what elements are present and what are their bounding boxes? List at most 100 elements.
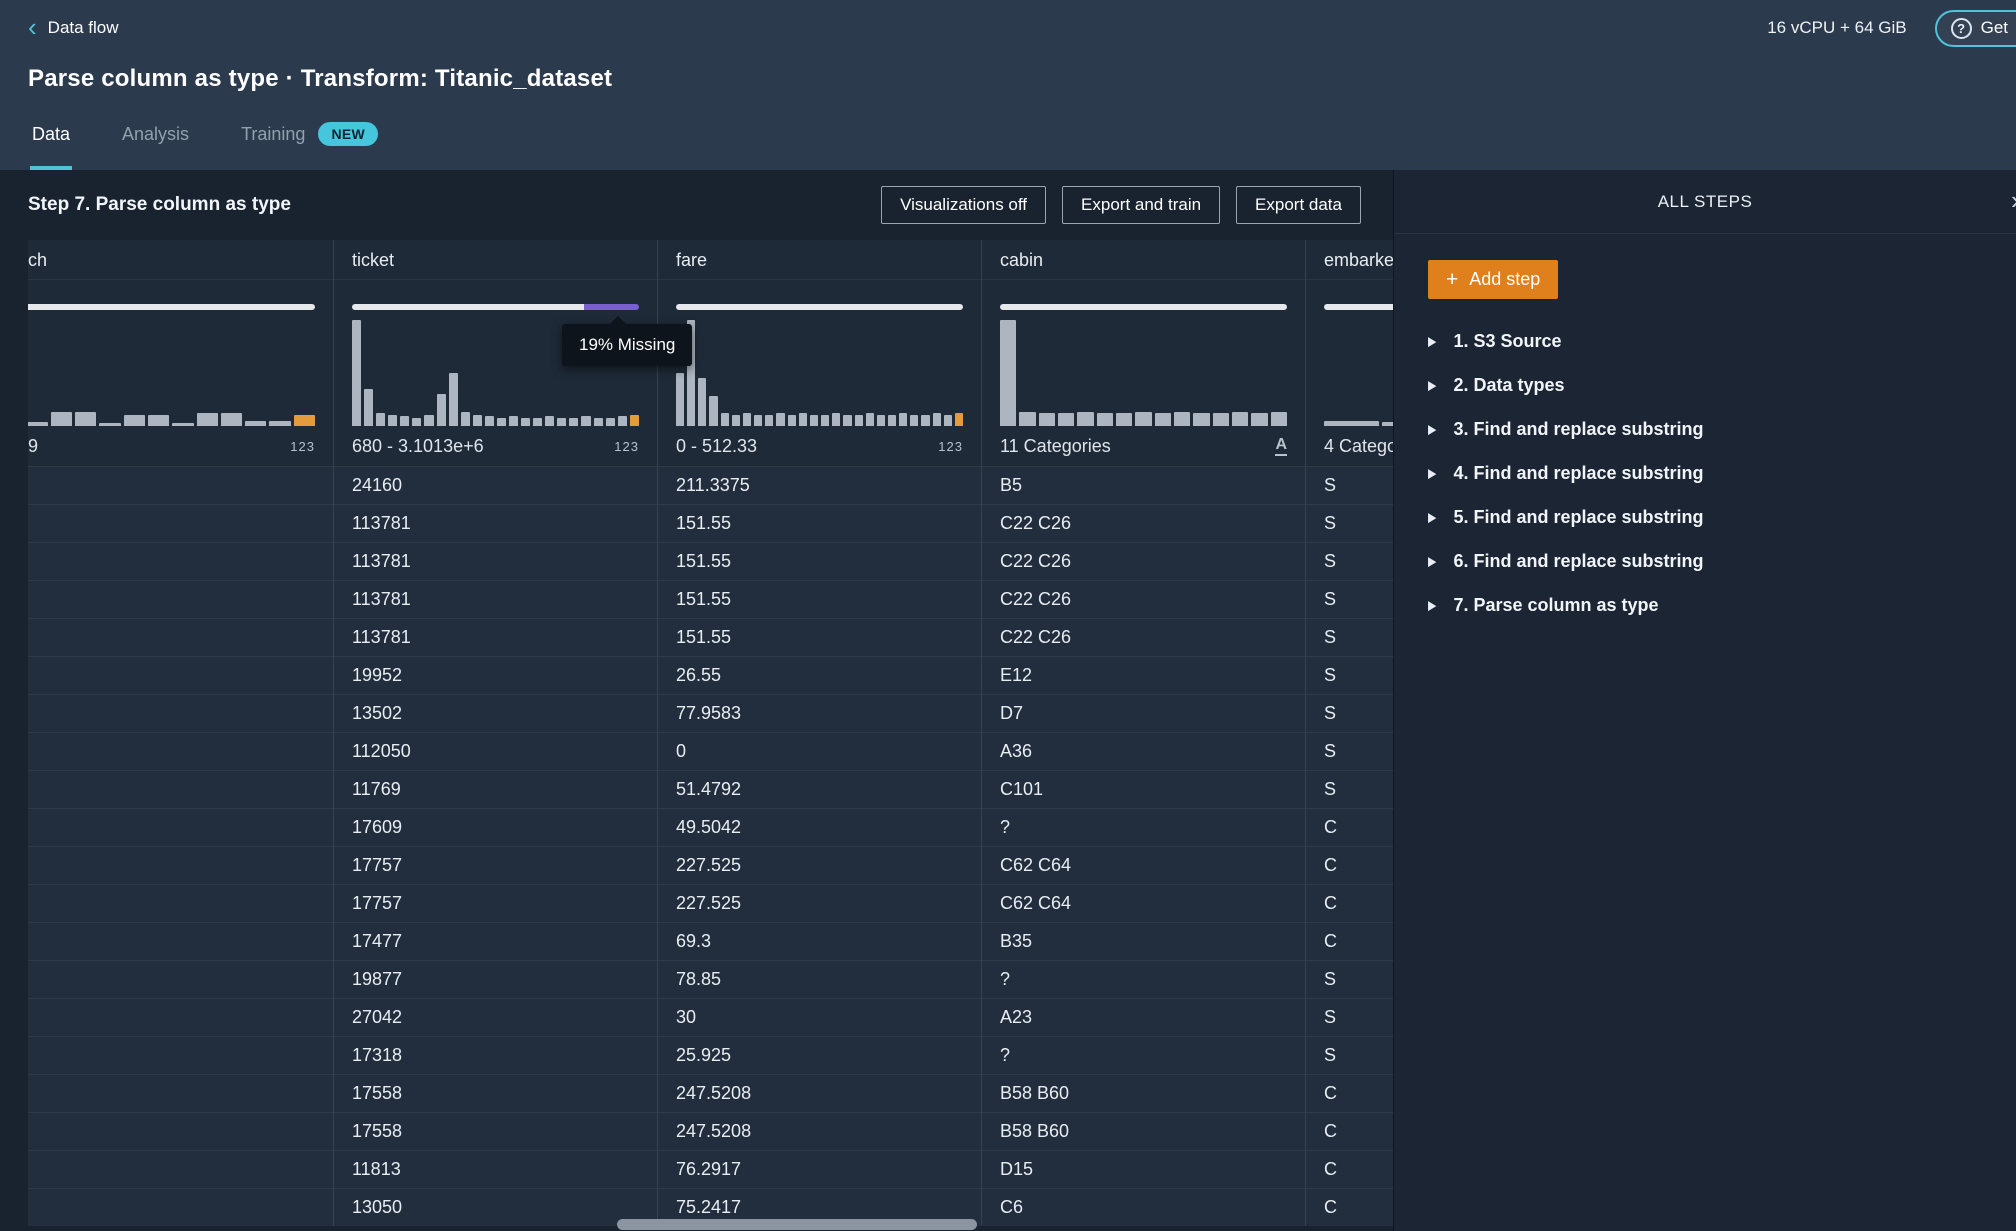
table-cell[interactable]: C62 C64 xyxy=(982,846,1305,884)
visualizations-off-button[interactable]: Visualizations off xyxy=(881,186,1046,224)
column-histogram-embarked[interactable]: 4 CategoriesA xyxy=(1306,280,1393,466)
step-item-4[interactable]: ▶4. Find and replace substring xyxy=(1428,451,2016,495)
table-cell[interactable]: 151.55 xyxy=(658,504,981,542)
table-cell[interactable]: S xyxy=(1306,618,1393,656)
table-cell[interactable]: 151.55 xyxy=(658,542,981,580)
column-header-cabin[interactable]: cabin xyxy=(982,240,1305,280)
table-cell[interactable]: 1 xyxy=(28,1074,333,1112)
table-cell[interactable]: C xyxy=(1306,884,1393,922)
table-cell[interactable]: 11769 xyxy=(334,770,657,808)
table-cell[interactable]: C101 xyxy=(982,770,1305,808)
table-cell[interactable]: 2 xyxy=(28,504,333,542)
step-item-7[interactable]: ▶7. Parse column as type xyxy=(1428,583,2016,627)
table-cell[interactable]: 17558 xyxy=(334,1074,657,1112)
table-cell[interactable]: ? xyxy=(982,1036,1305,1074)
table-cell[interactable]: S xyxy=(1306,694,1393,732)
table-cell[interactable]: A23 xyxy=(982,998,1305,1036)
table-cell[interactable]: 0 xyxy=(28,694,333,732)
table-cell[interactable]: 17477 xyxy=(334,922,657,960)
table-cell[interactable]: B5 xyxy=(982,466,1305,504)
table-cell[interactable]: 113781 xyxy=(334,618,657,656)
table-cell[interactable]: B58 B60 xyxy=(982,1074,1305,1112)
table-cell[interactable]: 0 xyxy=(28,884,333,922)
scrollbar-thumb[interactable] xyxy=(617,1219,977,1230)
table-cell[interactable]: S xyxy=(1306,770,1393,808)
table-cell[interactable]: 17757 xyxy=(334,884,657,922)
expand-chevron-icon[interactable]: ▶ xyxy=(1428,465,1436,481)
table-cell[interactable]: 151.55 xyxy=(658,618,981,656)
table-cell[interactable]: 112050 xyxy=(334,732,657,770)
expand-chevron-icon[interactable]: ▶ xyxy=(1428,597,1436,613)
column-histogram-ticket[interactable]: 680 - 3.1013e+6123 xyxy=(334,280,657,466)
table-cell[interactable]: 2 xyxy=(28,618,333,656)
table-cell[interactable]: 19952 xyxy=(334,656,657,694)
table-cell[interactable]: 0 xyxy=(28,1036,333,1074)
table-cell[interactable]: 0 xyxy=(28,960,333,998)
step-item-1[interactable]: ▶1. S3 Source xyxy=(1428,319,2016,363)
table-cell[interactable]: 0 xyxy=(28,656,333,694)
table-cell[interactable]: 113781 xyxy=(334,542,657,580)
column-histogram-fare[interactable]: 0 - 512.33123 xyxy=(658,280,981,466)
table-cell[interactable]: ? xyxy=(982,960,1305,998)
table-cell[interactable]: 17558 xyxy=(334,1112,657,1150)
table-cell[interactable]: 227.525 xyxy=(658,846,981,884)
table-cell[interactable]: 227.525 xyxy=(658,884,981,922)
horizontal-scrollbar[interactable] xyxy=(28,1219,1393,1230)
table-cell[interactable]: 26.55 xyxy=(658,656,981,694)
table-cell[interactable]: 30 xyxy=(658,998,981,1036)
table-cell[interactable]: 0 xyxy=(28,770,333,808)
table-cell[interactable]: 0 xyxy=(28,732,333,770)
table-cell[interactable]: 27042 xyxy=(334,998,657,1036)
get-help-button[interactable]: ? Get xyxy=(1935,10,2016,47)
table-cell[interactable]: C xyxy=(1306,846,1393,884)
table-cell[interactable]: 0 xyxy=(28,1150,333,1188)
step-item-3[interactable]: ▶3. Find and replace substring xyxy=(1428,407,2016,451)
expand-chevron-icon[interactable]: ▶ xyxy=(1428,333,1436,349)
table-cell[interactable]: 78.85 xyxy=(658,960,981,998)
step-item-2[interactable]: ▶2. Data types xyxy=(1428,363,2016,407)
table-cell[interactable]: C xyxy=(1306,1150,1393,1188)
step-item-5[interactable]: ▶5. Find and replace substring xyxy=(1428,495,2016,539)
table-cell[interactable]: S xyxy=(1306,998,1393,1036)
step-item-6[interactable]: ▶6. Find and replace substring xyxy=(1428,539,2016,583)
column-header-parch[interactable]: parch xyxy=(28,240,333,280)
table-cell[interactable]: 19877 xyxy=(334,960,657,998)
table-cell[interactable]: B35 xyxy=(982,922,1305,960)
table-cell[interactable]: 17757 xyxy=(334,846,657,884)
table-cell[interactable]: D15 xyxy=(982,1150,1305,1188)
table-cell[interactable]: 2 xyxy=(28,580,333,618)
table-cell[interactable]: C xyxy=(1306,808,1393,846)
table-cell[interactable]: S xyxy=(1306,580,1393,618)
table-cell[interactable]: 211.3375 xyxy=(658,466,981,504)
tab-analysis[interactable]: Analysis xyxy=(120,102,191,170)
table-cell[interactable]: 0 xyxy=(28,846,333,884)
table-cell[interactable]: C22 C26 xyxy=(982,504,1305,542)
expand-chevron-icon[interactable]: ▶ xyxy=(1428,509,1436,525)
table-cell[interactable]: 0 xyxy=(658,732,981,770)
table-cell[interactable]: 0 xyxy=(28,466,333,504)
table-cell[interactable]: S xyxy=(1306,466,1393,504)
table-cell[interactable]: 2 xyxy=(28,542,333,580)
table-cell[interactable]: 25.925 xyxy=(658,1036,981,1074)
table-cell[interactable]: C22 C26 xyxy=(982,618,1305,656)
breadcrumb[interactable]: ‹ Data flow xyxy=(28,17,119,40)
table-cell[interactable]: C xyxy=(1306,922,1393,960)
table-cell[interactable]: S xyxy=(1306,732,1393,770)
table-cell[interactable]: A36 xyxy=(982,732,1305,770)
collapse-panel-icon[interactable]: » xyxy=(2011,185,2016,216)
table-cell[interactable]: 0 xyxy=(28,808,333,846)
table-cell[interactable]: S xyxy=(1306,504,1393,542)
table-cell[interactable]: 77.9583 xyxy=(658,694,981,732)
table-cell[interactable]: E12 xyxy=(982,656,1305,694)
table-cell[interactable]: C xyxy=(1306,1112,1393,1150)
table-cell[interactable]: ? xyxy=(982,808,1305,846)
table-cell[interactable]: 17609 xyxy=(334,808,657,846)
table-cell[interactable]: S xyxy=(1306,960,1393,998)
table-cell[interactable]: C xyxy=(1306,1074,1393,1112)
table-cell[interactable]: B58 B60 xyxy=(982,1112,1305,1150)
table-cell[interactable]: 76.2917 xyxy=(658,1150,981,1188)
table-cell[interactable]: 151.55 xyxy=(658,580,981,618)
table-cell[interactable]: D7 xyxy=(982,694,1305,732)
table-cell[interactable]: S xyxy=(1306,656,1393,694)
table-cell[interactable]: 13502 xyxy=(334,694,657,732)
